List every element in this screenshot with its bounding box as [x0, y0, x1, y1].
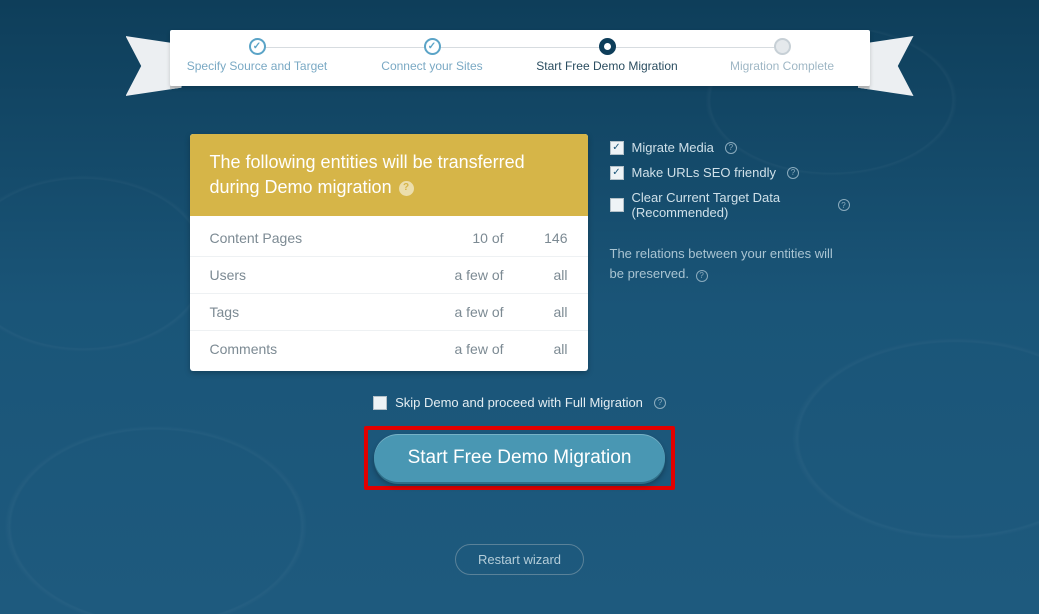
- table-row: Content Pages 10 of 146: [190, 220, 588, 257]
- step-label: Connect your Sites: [345, 59, 520, 73]
- question-icon[interactable]: ?: [696, 270, 708, 282]
- question-icon[interactable]: ?: [725, 142, 737, 154]
- skip-label: Skip Demo and proceed with Full Migratio…: [395, 395, 643, 410]
- option-seo-urls[interactable]: ✓ Make URLs SEO friendly ?: [610, 165, 850, 180]
- question-icon[interactable]: ?: [399, 181, 414, 196]
- option-migrate-media[interactable]: ✓ Migrate Media ?: [610, 140, 850, 155]
- card-heading-text: The following entities will be transferr…: [210, 152, 525, 197]
- entity-total: all: [520, 341, 568, 357]
- entity-qty: a few of: [436, 341, 504, 357]
- future-step-icon: [774, 38, 791, 55]
- cta-highlight-box: Start Free Demo Migration: [364, 426, 676, 490]
- progress-stepper: Specify Source and Target Connect your S…: [170, 30, 870, 86]
- checkbox-unchecked-icon[interactable]: [610, 198, 624, 212]
- check-icon: [249, 38, 266, 55]
- relations-note: The relations between your entities will…: [610, 244, 850, 283]
- step-complete: Migration Complete: [695, 30, 870, 86]
- table-row: Users a few of all: [190, 257, 588, 294]
- question-icon[interactable]: ?: [838, 199, 850, 211]
- entity-name: Users: [210, 267, 436, 283]
- option-label: Migrate Media: [632, 140, 714, 155]
- skip-demo-option[interactable]: Skip Demo and proceed with Full Migratio…: [373, 395, 666, 410]
- step-label: Start Free Demo Migration: [520, 59, 695, 73]
- table-row: Tags a few of all: [190, 294, 588, 331]
- step-source-target[interactable]: Specify Source and Target: [170, 30, 345, 86]
- entity-qty: a few of: [436, 267, 504, 283]
- checkbox-checked-icon[interactable]: ✓: [610, 166, 624, 180]
- start-demo-migration-button[interactable]: Start Free Demo Migration: [374, 434, 666, 482]
- entity-total: all: [520, 304, 568, 320]
- option-label: Clear Current Target Data (Recommended): [632, 190, 827, 220]
- step-label: Migration Complete: [695, 59, 870, 73]
- table-row: Comments a few of all: [190, 331, 588, 367]
- options-panel: ✓ Migrate Media ? ✓ Make URLs SEO friend…: [610, 134, 850, 283]
- entity-name: Content Pages: [210, 230, 436, 246]
- restart-wizard-button[interactable]: Restart wizard: [455, 544, 584, 575]
- entity-total: all: [520, 267, 568, 283]
- entities-table: Content Pages 10 of 146 Users a few of a…: [190, 216, 588, 371]
- question-icon[interactable]: ?: [654, 397, 666, 409]
- question-icon[interactable]: ?: [787, 167, 799, 179]
- step-demo-migration[interactable]: Start Free Demo Migration: [520, 30, 695, 86]
- option-clear-target[interactable]: Clear Current Target Data (Recommended) …: [610, 190, 850, 220]
- entity-total: 146: [520, 230, 568, 246]
- step-connect-sites[interactable]: Connect your Sites: [345, 30, 520, 86]
- entity-name: Tags: [210, 304, 436, 320]
- check-icon: [424, 38, 441, 55]
- checkbox-checked-icon[interactable]: ✓: [610, 141, 624, 155]
- entity-name: Comments: [210, 341, 436, 357]
- step-label: Specify Source and Target: [170, 59, 345, 73]
- checkbox-unchecked-icon[interactable]: [373, 396, 387, 410]
- option-label: Make URLs SEO friendly: [632, 165, 777, 180]
- current-step-icon: [599, 38, 616, 55]
- note-text: The relations between your entities will…: [610, 246, 833, 281]
- entity-qty: a few of: [436, 304, 504, 320]
- entities-card: The following entities will be transferr…: [190, 134, 588, 371]
- card-heading: The following entities will be transferr…: [190, 134, 588, 216]
- entity-qty: 10 of: [436, 230, 504, 246]
